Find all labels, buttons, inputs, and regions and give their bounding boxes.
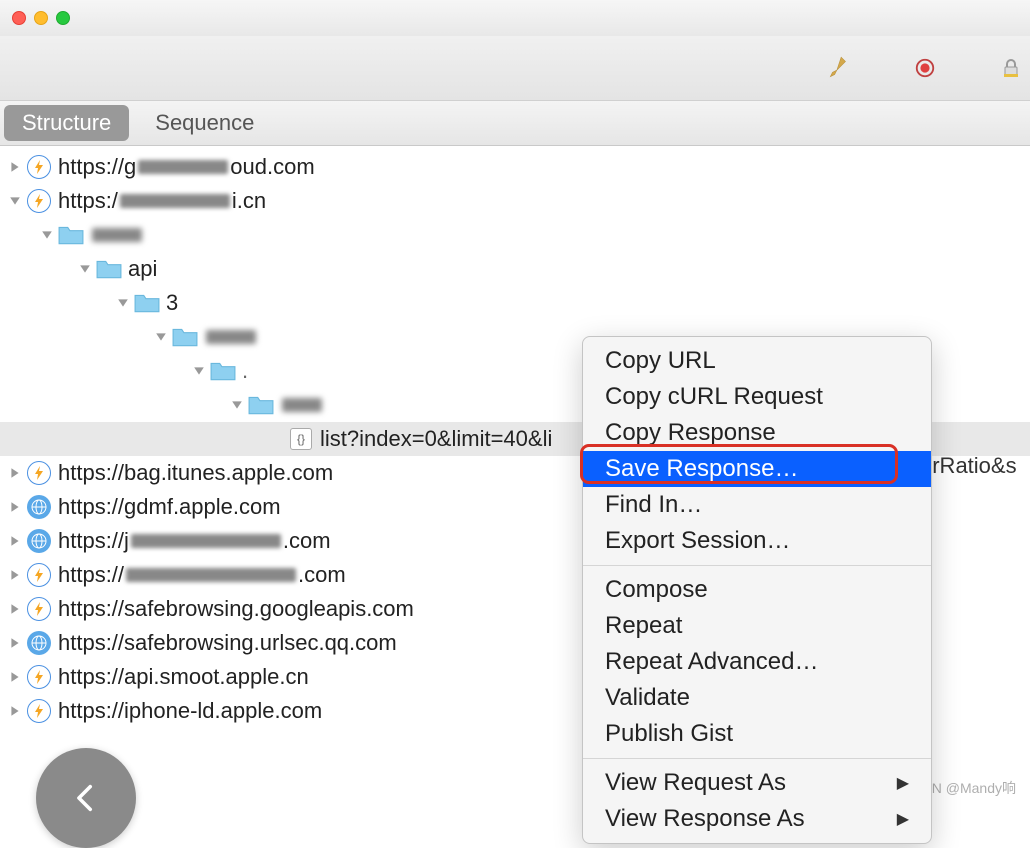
menu-save-response[interactable]: Save Response… (583, 451, 931, 487)
lightning-icon (26, 596, 52, 622)
submenu-arrow-icon: ▶ (897, 809, 909, 829)
chevron-down-icon[interactable] (114, 294, 132, 312)
host-label: https://bag.itunes.apple.com (58, 460, 333, 486)
chevron-down-icon[interactable] (76, 260, 94, 278)
tree-folder-row[interactable]: api (0, 252, 1030, 286)
chevron-down-icon[interactable] (190, 362, 208, 380)
lightning-icon (26, 562, 52, 588)
folder-icon (172, 324, 198, 350)
globe-icon (26, 630, 52, 656)
menu-compose[interactable]: Compose (583, 572, 931, 608)
lightning-icon (26, 460, 52, 486)
folder-label (280, 392, 324, 418)
globe-icon (26, 528, 52, 554)
chevron-right-icon[interactable] (6, 498, 24, 516)
toolbar (0, 36, 1030, 101)
chevron-right-icon[interactable] (6, 532, 24, 550)
menu-separator (583, 758, 931, 759)
tree-folder-row[interactable]: 3 (0, 286, 1030, 320)
chevron-down-icon[interactable] (6, 192, 24, 210)
record-icon[interactable] (912, 55, 938, 81)
host-label: https:/i.cn (58, 188, 266, 214)
menu-export-session[interactable]: Export Session… (583, 523, 931, 559)
host-label: https://safebrowsing.googleapis.com (58, 596, 414, 622)
menu-copy-url[interactable]: Copy URL (583, 343, 931, 379)
menu-view-response-as[interactable]: View Response As ▶ (583, 801, 931, 837)
host-label: https://api.smoot.apple.cn (58, 664, 309, 690)
close-window-button[interactable] (12, 11, 26, 25)
menu-repeat-advanced[interactable]: Repeat Advanced… (583, 644, 931, 680)
lightning-icon (26, 664, 52, 690)
folder-label: api (128, 256, 157, 282)
folder-icon (248, 392, 274, 418)
lightning-icon (26, 154, 52, 180)
menu-copy-response[interactable]: Copy Response (583, 415, 931, 451)
folder-icon (96, 256, 122, 282)
chevron-right-icon[interactable] (6, 566, 24, 584)
chevron-right-icon[interactable] (6, 634, 24, 652)
view-tabs: Structure Sequence (0, 101, 1030, 146)
menu-copy-curl[interactable]: Copy cURL Request (583, 379, 931, 415)
back-button[interactable] (36, 748, 136, 848)
chevron-right-icon[interactable] (6, 600, 24, 618)
host-label: https://iphone-ld.apple.com (58, 698, 322, 724)
chevron-down-icon[interactable] (152, 328, 170, 346)
chevron-left-icon (69, 781, 103, 815)
host-label: https://j.com (58, 528, 331, 554)
chevron-down-icon[interactable] (228, 396, 246, 414)
tab-sequence[interactable]: Sequence (133, 101, 276, 145)
tree-host-row[interactable]: https:/i.cn (0, 184, 1030, 218)
url-tail-text: erRatio&s (920, 453, 1017, 479)
maximize-window-button[interactable] (56, 11, 70, 25)
tab-structure[interactable]: Structure (4, 105, 129, 141)
folder-label: . (242, 358, 248, 384)
chevron-right-icon[interactable] (6, 464, 24, 482)
menu-view-request-as[interactable]: View Request As ▶ (583, 765, 931, 801)
submenu-arrow-icon: ▶ (897, 773, 909, 793)
lightning-icon (26, 188, 52, 214)
chevron-right-icon[interactable] (6, 158, 24, 176)
tree-folder-row[interactable] (0, 218, 1030, 252)
folder-icon (58, 222, 84, 248)
chevron-down-icon[interactable] (38, 226, 56, 244)
host-label: https://safebrowsing.urlsec.qq.com (58, 630, 397, 656)
folder-icon (134, 290, 160, 316)
lightning-icon (26, 698, 52, 724)
host-label: https://.com (58, 562, 346, 588)
menu-validate[interactable]: Validate (583, 680, 931, 716)
lock-icon[interactable] (998, 55, 1024, 81)
json-icon: {} (288, 426, 314, 452)
tree-host-row[interactable]: https://goud.com (0, 150, 1030, 184)
request-label: list?index=0&limit=40&li (320, 426, 552, 452)
context-menu: Copy URL Copy cURL Request Copy Response… (582, 336, 932, 844)
folder-label: 3 (166, 290, 178, 316)
chevron-right-icon[interactable] (6, 668, 24, 686)
menu-separator (583, 565, 931, 566)
minimize-window-button[interactable] (34, 11, 48, 25)
host-label: https://gdmf.apple.com (58, 494, 281, 520)
folder-icon (210, 358, 236, 384)
menu-repeat[interactable]: Repeat (583, 608, 931, 644)
globe-icon (26, 494, 52, 520)
window-titlebar (0, 0, 1030, 36)
menu-find-in[interactable]: Find In… (583, 487, 931, 523)
folder-label (90, 222, 144, 248)
chevron-right-icon[interactable] (6, 702, 24, 720)
folder-label (204, 324, 258, 350)
host-label: https://goud.com (58, 154, 315, 180)
broom-icon[interactable] (826, 55, 852, 81)
menu-publish-gist[interactable]: Publish Gist (583, 716, 931, 752)
